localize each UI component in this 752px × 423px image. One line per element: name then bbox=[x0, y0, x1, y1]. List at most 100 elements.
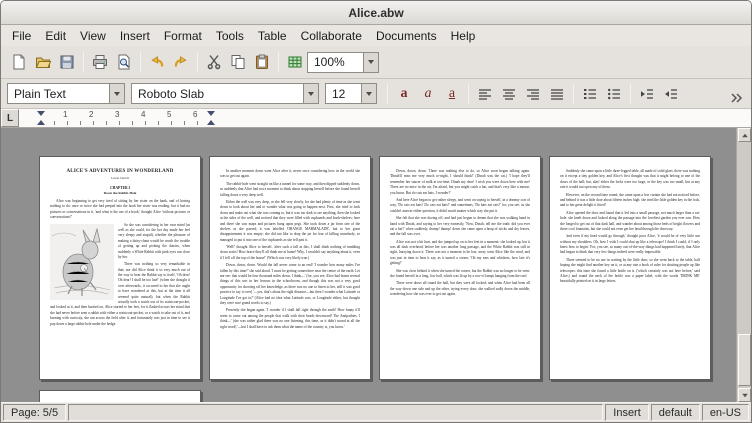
redo-icon bbox=[173, 54, 189, 70]
paragraph[interactable]: Alice opened the door and found that it … bbox=[560, 211, 700, 233]
redo-button[interactable] bbox=[169, 50, 193, 74]
menubar: File Edit View Insert Format Tools Table… bbox=[1, 25, 751, 46]
font-value: Roboto Slab bbox=[132, 84, 303, 103]
main-toolbar: 100% bbox=[1, 46, 751, 79]
menu-file[interactable]: File bbox=[5, 27, 38, 45]
font-combo[interactable]: Roboto Slab bbox=[131, 83, 319, 104]
save-button[interactable] bbox=[55, 50, 79, 74]
paragraph[interactable]: Suddenly she came upon a little three-le… bbox=[560, 169, 700, 191]
align-left-button[interactable] bbox=[473, 82, 497, 106]
paragraph[interactable]: She felt that she was dozing off, and ha… bbox=[390, 216, 530, 238]
insert-table-button[interactable] bbox=[283, 50, 307, 74]
paste-button[interactable] bbox=[250, 50, 274, 74]
paragraph[interactable]: Down, down, down. There was nothing else… bbox=[390, 169, 530, 196]
status-message-area bbox=[68, 404, 603, 421]
copy-icon bbox=[230, 54, 246, 70]
toolbar-separator bbox=[387, 84, 388, 104]
open-button[interactable] bbox=[31, 50, 55, 74]
insert-table-icon bbox=[287, 54, 303, 70]
align-center-button[interactable] bbox=[497, 82, 521, 106]
scroll-up-button[interactable] bbox=[738, 128, 751, 142]
menu-format[interactable]: Format bbox=[157, 27, 209, 45]
increase-indent-button[interactable] bbox=[659, 82, 683, 106]
format-toolbar: Plain Text Roboto Slab 12 a a a bbox=[1, 79, 751, 109]
paragraph[interactable]: She was close behind it when she turned … bbox=[390, 269, 530, 280]
tab-stop-selector[interactable]: L bbox=[1, 109, 19, 127]
tab-left-icon: L bbox=[7, 113, 13, 124]
paragraph[interactable]: 'and even if my head would go through,' … bbox=[560, 234, 700, 256]
cut-button[interactable] bbox=[202, 50, 226, 74]
style-value: Plain Text bbox=[8, 84, 109, 103]
paragraph[interactable]: There were doors all round the hall, but… bbox=[390, 281, 530, 297]
document-page-5-partial[interactable] bbox=[39, 390, 201, 402]
numbered-list-button[interactable] bbox=[578, 82, 602, 106]
underline-a-icon: a bbox=[449, 87, 455, 101]
print-preview-button[interactable] bbox=[112, 50, 136, 74]
scrollbar-thumb[interactable] bbox=[738, 334, 751, 386]
bold-button[interactable]: a bbox=[392, 82, 416, 106]
document-page-3[interactable]: Down, down, down. There was nothing else… bbox=[379, 156, 541, 380]
right-indent-marker[interactable] bbox=[207, 111, 215, 116]
toolbar-separator bbox=[197, 52, 198, 72]
toolbar-overflow-button[interactable] bbox=[724, 86, 748, 110]
align-justify-button[interactable] bbox=[545, 82, 569, 106]
abiword-window: Alice.abw File Edit View Insert Format T… bbox=[0, 0, 752, 423]
vertical-scrollbar[interactable] bbox=[736, 128, 751, 402]
paragraph[interactable]: Alice was beginning to get very tired of… bbox=[50, 199, 190, 221]
menu-table[interactable]: Table bbox=[251, 27, 294, 45]
menu-help[interactable]: Help bbox=[444, 27, 483, 45]
scroll-up-icon bbox=[742, 133, 748, 137]
paste-icon bbox=[254, 54, 270, 70]
size-dropdown-button[interactable] bbox=[361, 84, 376, 103]
document-page-2[interactable]: In another moment down went Alice after … bbox=[209, 156, 371, 380]
menu-view[interactable]: View bbox=[73, 27, 113, 45]
print-button[interactable] bbox=[88, 50, 112, 74]
menu-insert[interactable]: Insert bbox=[113, 27, 157, 45]
underline-button[interactable]: a bbox=[440, 82, 464, 106]
paragraph[interactable]: Either the well was very deep, or she fe… bbox=[220, 200, 360, 243]
first-line-indent-marker[interactable] bbox=[37, 120, 45, 125]
paragraph[interactable]: However, on the second time round, she c… bbox=[560, 193, 700, 209]
menu-edit[interactable]: Edit bbox=[38, 27, 73, 45]
paragraph[interactable]: In another moment down went Alice after … bbox=[220, 169, 360, 180]
document-area[interactable]: ALICE'S ADVENTURES IN WONDERLAND Lewis C… bbox=[1, 128, 751, 402]
bullet-list-button[interactable] bbox=[602, 82, 626, 106]
insert-mode-indicator[interactable]: Insert bbox=[605, 404, 649, 421]
toolbar-separator bbox=[140, 52, 141, 72]
zoom-dropdown-button[interactable] bbox=[363, 53, 378, 72]
decrease-indent-button[interactable] bbox=[635, 82, 659, 106]
copy-button[interactable] bbox=[226, 50, 250, 74]
paragraph[interactable]: Presently she began again. 'I wonder if … bbox=[220, 308, 360, 330]
paragraph[interactable]: Down, down, down. Would the fall never c… bbox=[220, 263, 360, 306]
titlebar[interactable]: Alice.abw bbox=[1, 1, 751, 25]
italic-button[interactable]: a bbox=[416, 82, 440, 106]
size-combo[interactable]: 12 bbox=[325, 83, 377, 104]
align-left-icon bbox=[477, 86, 493, 102]
paragraph[interactable]: And here Alice began to get rather sleep… bbox=[390, 198, 530, 214]
align-right-button[interactable] bbox=[521, 82, 545, 106]
style-combo[interactable]: Plain Text bbox=[7, 83, 125, 104]
undo-button[interactable] bbox=[145, 50, 169, 74]
paragraph[interactable]: The rabbit-hole went straight on like a … bbox=[220, 182, 360, 198]
document-page-4[interactable]: Suddenly she came upon a little three-le… bbox=[549, 156, 711, 380]
horizontal-ruler[interactable]: 1 2 3 4 5 6 bbox=[19, 109, 751, 127]
document-page-1[interactable]: ALICE'S ADVENTURES IN WONDERLAND Lewis C… bbox=[39, 156, 201, 380]
ruler-number: 4 bbox=[141, 111, 145, 119]
style-dropdown-button[interactable] bbox=[109, 84, 124, 103]
paragraph[interactable]: Alice was not a bit hurt, and she jumped… bbox=[390, 240, 530, 267]
paragraph[interactable]: There seemed to be no use in waiting by … bbox=[560, 258, 700, 285]
menu-tools[interactable]: Tools bbox=[209, 27, 251, 45]
new-button[interactable] bbox=[7, 50, 31, 74]
toolbar-separator bbox=[278, 52, 279, 72]
book-title: ALICE'S ADVENTURES IN WONDERLAND bbox=[50, 169, 190, 174]
paragraph[interactable]: 'Well!' thought Alice to herself, 'after… bbox=[220, 245, 360, 261]
left-indent-marker[interactable] bbox=[37, 111, 45, 116]
font-dropdown-button[interactable] bbox=[303, 84, 318, 103]
menu-collaborate[interactable]: Collaborate bbox=[294, 27, 369, 45]
menu-documents[interactable]: Documents bbox=[369, 27, 444, 45]
zoom-combo[interactable]: 100% bbox=[307, 52, 379, 73]
language-indicator[interactable]: en-US bbox=[702, 404, 749, 421]
right-margin-marker[interactable] bbox=[207, 120, 215, 125]
bold-a-icon: a bbox=[401, 87, 408, 101]
scroll-down-button[interactable] bbox=[738, 388, 751, 402]
